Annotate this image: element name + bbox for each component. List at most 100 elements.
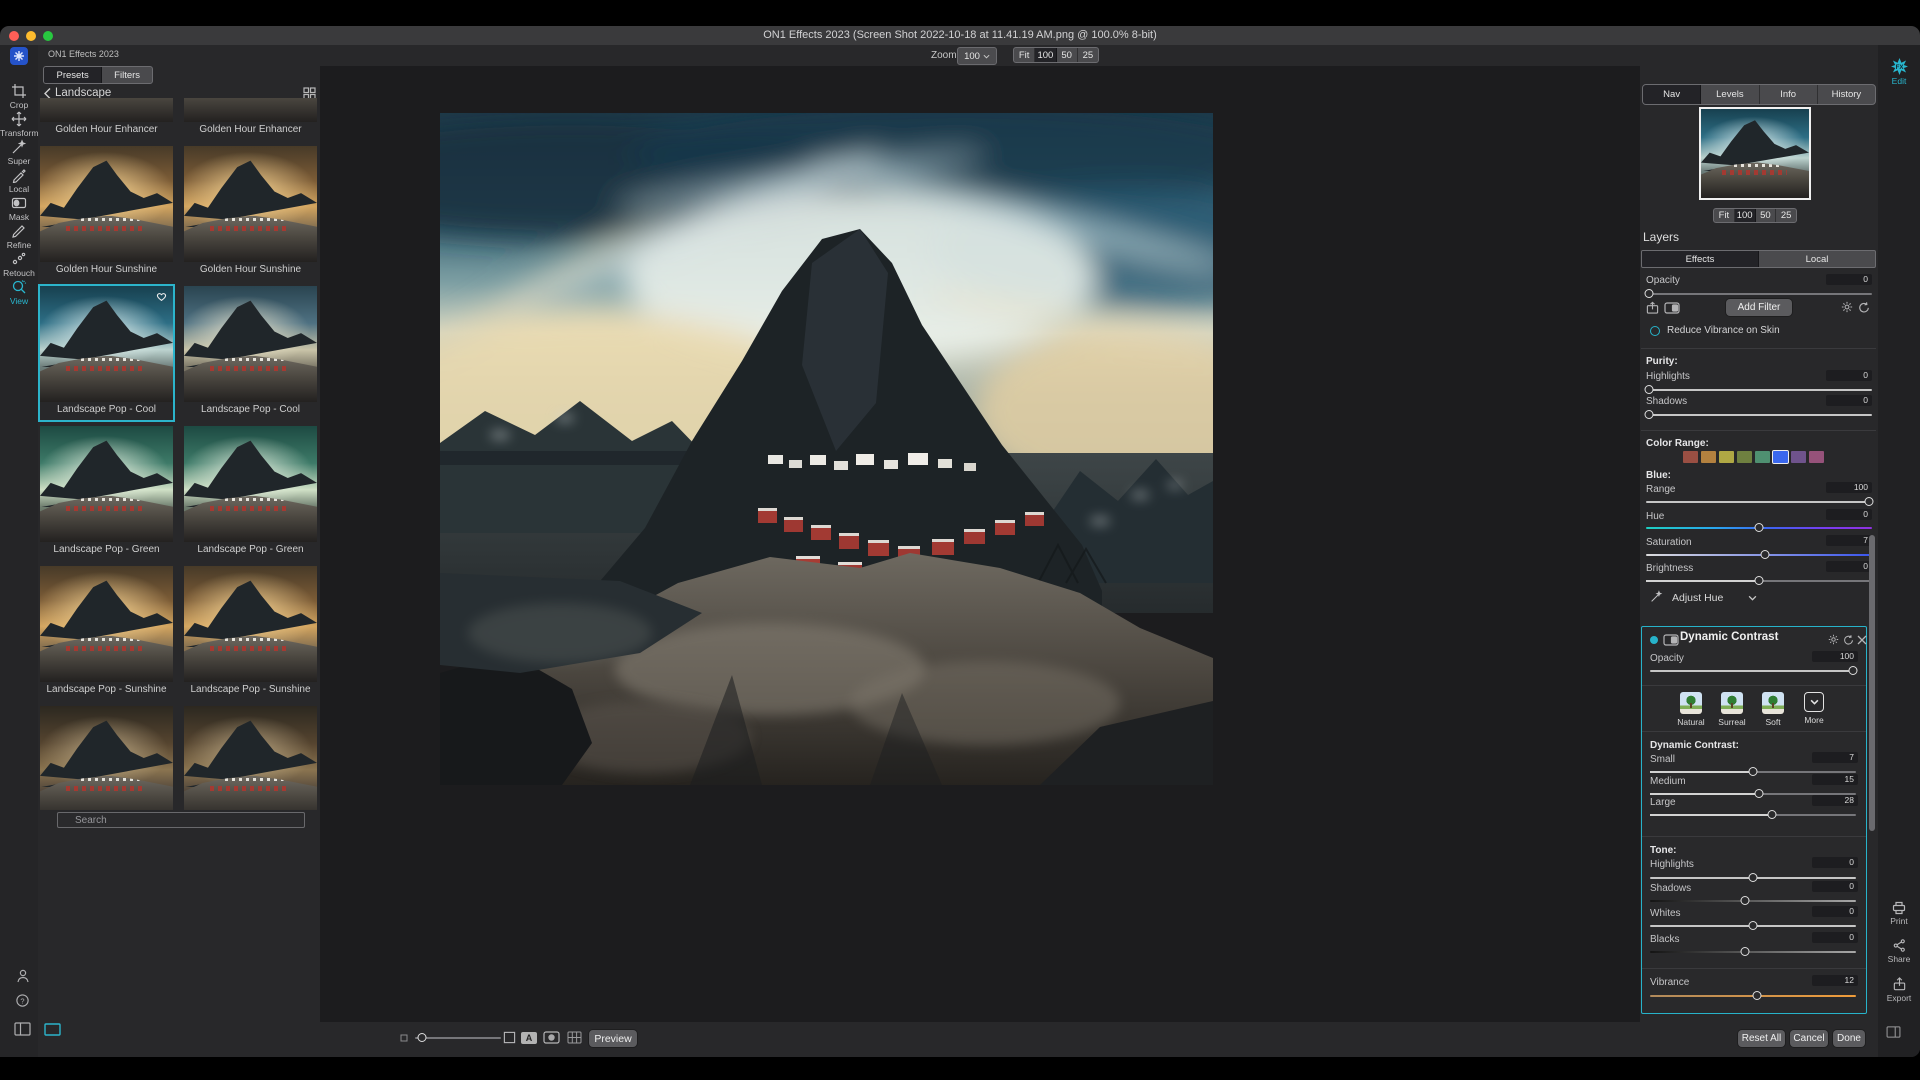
slider-knob[interactable] — [1753, 991, 1762, 1000]
slider-knob[interactable] — [1645, 289, 1654, 298]
letter-a-badge[interactable]: A — [521, 1032, 537, 1044]
zoom-value-dropdown[interactable]: 100 — [957, 47, 997, 65]
preset-item[interactable]: Golden Hour Sunshine — [40, 146, 173, 280]
purity-shadows-slider[interactable] — [1646, 410, 1872, 419]
favorite-heart-icon[interactable] — [155, 290, 168, 302]
range-slider[interactable] — [1646, 497, 1872, 506]
add-filter-button[interactable]: Add Filter — [1726, 299, 1792, 316]
filter-enabled-dot[interactable] — [1650, 636, 1658, 644]
module-print[interactable]: Print — [1878, 900, 1920, 926]
nav-zoom-25[interactable]: 25 — [1776, 209, 1796, 222]
tab-presets[interactable]: Presets — [44, 67, 102, 83]
preview-button[interactable]: Preview — [589, 1030, 637, 1047]
vibrance-slider[interactable] — [1650, 991, 1856, 1000]
compare-slider[interactable] — [415, 1033, 501, 1042]
panel-scrollbar[interactable] — [1869, 535, 1875, 831]
tab-filters[interactable]: Filters — [102, 67, 152, 83]
tool-refine[interactable]: Refine — [0, 223, 38, 250]
filter-enable-toggle[interactable] — [1650, 326, 1660, 336]
swatch-red[interactable] — [1683, 451, 1698, 463]
nav-zoom-100[interactable]: 100 — [1735, 209, 1756, 222]
brightness-slider[interactable] — [1646, 576, 1872, 585]
dc-opacity-value[interactable]: 100 — [1812, 651, 1858, 662]
tool-transform[interactable]: Transform — [0, 111, 38, 138]
tone-shadows-slider[interactable] — [1650, 896, 1856, 905]
zoom-25[interactable]: 25 — [1078, 48, 1098, 62]
medium-value[interactable]: 15 — [1812, 774, 1858, 785]
dc-preset-soft[interactable]: Soft — [1754, 692, 1792, 727]
swatch-orange[interactable] — [1701, 451, 1716, 463]
filter-reset-icon[interactable] — [1843, 634, 1854, 645]
slider-knob[interactable] — [1749, 873, 1758, 882]
slider-knob[interactable] — [1749, 767, 1758, 776]
hue-value[interactable]: 0 — [1826, 509, 1872, 520]
range-value[interactable]: 100 — [1826, 482, 1872, 493]
purity-shadows-value[interactable]: 0 — [1826, 395, 1872, 406]
swatch-purple[interactable] — [1791, 451, 1806, 463]
preset-item[interactable] — [40, 706, 173, 810]
slider-knob[interactable] — [1848, 666, 1857, 675]
swatch-green[interactable] — [1737, 451, 1752, 463]
tool-view[interactable]: View — [0, 279, 38, 306]
slider-knob[interactable] — [1755, 789, 1764, 798]
tone-shadows-value[interactable]: 0 — [1812, 881, 1858, 892]
purity-highlights-value[interactable]: 0 — [1826, 370, 1872, 381]
chevron-down-icon[interactable] — [1748, 595, 1757, 601]
tool-crop[interactable]: Crop — [0, 83, 38, 110]
gear-icon[interactable] — [1841, 301, 1853, 313]
browse-panel-toggle[interactable] — [14, 1022, 31, 1041]
search-input[interactable] — [57, 812, 305, 828]
preset-item[interactable] — [184, 706, 317, 810]
slider-knob[interactable] — [1760, 550, 1769, 559]
dc-preset-more[interactable]: More — [1795, 692, 1833, 725]
tool-super[interactable]: Super — [0, 139, 38, 166]
preset-item[interactable]: Landscape Pop - Cool — [184, 286, 317, 420]
preset-item[interactable]: Golden Hour Enhancer — [184, 98, 317, 140]
preset-item-selected[interactable]: Landscape Pop - Cool — [40, 286, 173, 420]
opacity-value[interactable]: 0 — [1826, 274, 1872, 285]
preset-item[interactable]: Landscape Pop - Green — [40, 426, 173, 560]
tab-effects[interactable]: Effects — [1642, 251, 1759, 267]
slider-knob[interactable] — [1755, 523, 1764, 532]
adjust-hue-label[interactable]: Adjust Hue — [1672, 592, 1723, 604]
tool-local[interactable]: Local — [0, 167, 38, 194]
tab-nav[interactable]: Nav — [1643, 85, 1701, 104]
tab-levels[interactable]: Levels — [1701, 85, 1759, 104]
reset-all-button[interactable]: Reset All — [1738, 1030, 1785, 1047]
panel-toggle-icon[interactable] — [1886, 1026, 1901, 1038]
module-edit[interactable]: FX Edit — [1878, 58, 1920, 86]
slider-knob[interactable] — [1740, 896, 1749, 905]
show-original-icon[interactable] — [503, 1031, 516, 1044]
swatch-magenta[interactable] — [1809, 451, 1824, 463]
saturation-value[interactable]: 7 — [1826, 535, 1872, 546]
tone-whites-value[interactable]: 0 — [1812, 906, 1858, 917]
tab-history[interactable]: History — [1818, 85, 1875, 104]
cancel-button[interactable]: Cancel — [1790, 1030, 1828, 1047]
tab-info[interactable]: Info — [1760, 85, 1818, 104]
brightness-value[interactable]: 0 — [1826, 561, 1872, 572]
large-slider[interactable] — [1650, 810, 1856, 819]
tone-blacks-value[interactable]: 0 — [1812, 932, 1858, 943]
preset-item[interactable]: Landscape Pop - Sunshine — [40, 566, 173, 700]
vibrance-value[interactable]: 12 — [1812, 975, 1858, 986]
slider-knob[interactable] — [417, 1033, 426, 1042]
swatch-blue-selected[interactable] — [1773, 451, 1788, 463]
dc-opacity-slider[interactable] — [1650, 666, 1856, 675]
hue-slider[interactable] — [1646, 523, 1872, 532]
small-value[interactable]: 7 — [1812, 752, 1858, 763]
filmstrip-toggle[interactable] — [44, 1023, 61, 1041]
slider-knob[interactable] — [1767, 810, 1776, 819]
layer-mask-icon[interactable] — [1664, 302, 1680, 314]
tone-whites-slider[interactable] — [1650, 921, 1856, 930]
filter-close-icon[interactable] — [1857, 635, 1867, 645]
slider-knob[interactable] — [1645, 385, 1654, 394]
tone-blacks-slider[interactable] — [1650, 947, 1856, 956]
slider-knob[interactable] — [1740, 947, 1749, 956]
slider-knob[interactable] — [1864, 497, 1873, 506]
dc-preset-natural[interactable]: Natural — [1672, 692, 1710, 727]
photo-canvas[interactable] — [440, 113, 1213, 785]
nav-zoom-50[interactable]: 50 — [1756, 209, 1777, 222]
preset-item[interactable]: Landscape Pop - Green — [184, 426, 317, 560]
swatch-teal[interactable] — [1755, 451, 1770, 463]
nav-zoom-fit[interactable]: Fit — [1714, 209, 1735, 222]
